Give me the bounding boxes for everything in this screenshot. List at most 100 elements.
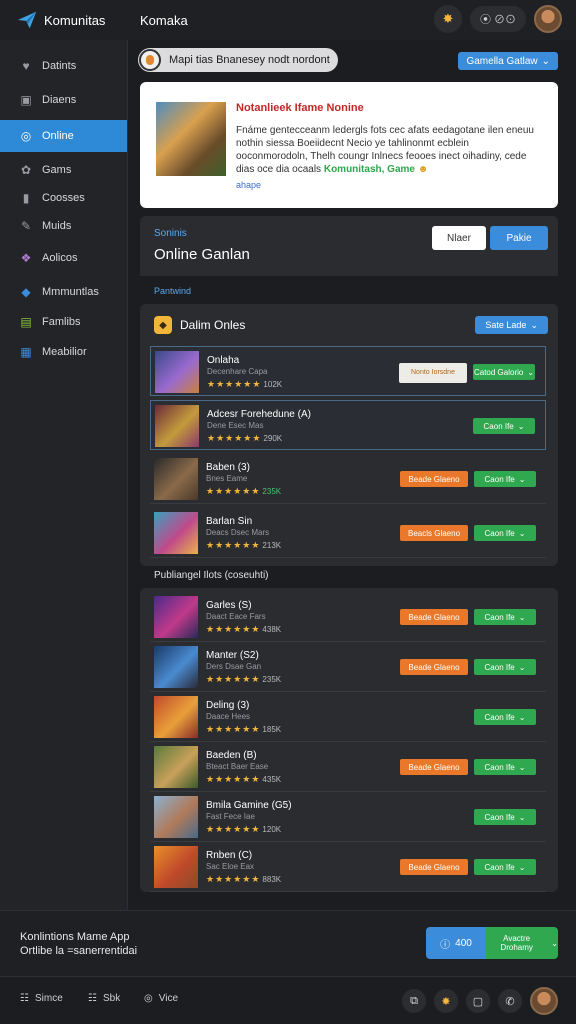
search-input[interactable]: Mapi tias Bnanesey nodt nordont	[138, 48, 338, 72]
rating-count: 185K	[262, 725, 282, 734]
chevron-down-icon: ⌄	[518, 862, 526, 872]
sidebar-item-meabilior[interactable]: ▦ Meabilior	[0, 336, 127, 368]
open-button[interactable]: Caon Ife ⌄	[474, 659, 536, 675]
sidebar-item-label: Datints	[42, 60, 77, 72]
list-item[interactable]: Baben (3) Bnes Eame ★★★★★★ 235K Beade Glaeno…	[150, 454, 546, 504]
dropdown-label: Gamella Gatlaw	[466, 55, 538, 67]
bottom-nav-simce[interactable]: ☷ Simce	[20, 993, 63, 1004]
sidebar-item-famlibs[interactable]: ▤ Famlibs	[0, 306, 127, 338]
join-button[interactable]: Beade Glaeno	[400, 759, 468, 775]
open-button[interactable]: Caon Ife ⌄	[474, 609, 536, 625]
open-button[interactable]: Caon Ife ⌄	[473, 418, 535, 434]
game-thumbnail	[155, 351, 199, 393]
open-button[interactable]: Catod Galorio ⌄	[473, 364, 535, 380]
list-item[interactable]: Rnben (C) Sac Eloe Eax ★★★★★★ 883K Beade Gla…	[150, 842, 546, 892]
footer-activate-button[interactable]: Avactre Drohamy ⌄	[486, 927, 558, 959]
open-button[interactable]: Caon Ife ⌄	[474, 471, 536, 487]
sidebar-item-datints[interactable]: ♥ Datints	[0, 50, 127, 82]
game-subtitle: Daact Eace Fars	[206, 612, 266, 621]
open-label: Caon Ife	[484, 812, 515, 822]
sidebar-item-aolicos[interactable]: ❖ Aolicos	[0, 242, 127, 274]
featured-image	[156, 102, 226, 176]
badge-button[interactable]: ✸	[434, 989, 458, 1013]
game-subtitle: Ders Dsae Gan	[206, 662, 262, 671]
bottom-nav-vice[interactable]: ◎ Vice	[144, 993, 178, 1004]
game-name: Baeden (B)	[206, 750, 257, 761]
open-label: Caon Ife	[484, 862, 515, 872]
secondary-button[interactable]: Nlaer	[432, 226, 486, 250]
sidebar-item-mmmuntlas[interactable]: ◆ Mmmuntlas	[0, 276, 127, 308]
list-item[interactable]: Bmila Gamine (G5) Fast Fece Iae ★★★★★★ 120K…	[150, 792, 546, 842]
sort-dropdown[interactable]: Sate Lade ⌄	[475, 316, 548, 334]
list-item[interactable]: Manter (S2) Ders Dsae Gan ★★★★★★ 235K Beade …	[150, 642, 546, 692]
chevron-down-icon: ⌄	[517, 421, 525, 431]
rating-count: 883K	[262, 875, 282, 884]
call-button[interactable]: ✆	[498, 989, 522, 1013]
open-button[interactable]: Caon Ife ⌄	[474, 525, 536, 541]
game-name: Barlan Sin	[206, 516, 253, 527]
open-button[interactable]: Caon Ife ⌄	[474, 809, 536, 825]
chat-button[interactable]: ▢	[466, 989, 490, 1013]
rating-count: 120K	[262, 825, 282, 834]
mode-toggle[interactable]: ⦿ ⊘⊙	[469, 6, 526, 32]
rating-count: 235K	[262, 487, 282, 496]
sidebar-item-online[interactable]: ◎ Online	[0, 120, 127, 152]
open-button[interactable]: Caon Ife ⌄	[474, 759, 536, 775]
screen-button[interactable]: ⧉	[402, 989, 426, 1013]
open-label: Caon Ife	[484, 474, 515, 484]
sidebar-item-diaens[interactable]: ▣ Diaens	[0, 84, 127, 116]
list-item[interactable]: Deling (3) Daace Hees ★★★★★★ 185K Caon Ife ⌄	[150, 692, 546, 742]
list-item[interactable]: Adcesr Forehedune (A) Dene Esec Mas ★★★★★★…	[150, 400, 546, 450]
featured-card[interactable]: Notanlieek Ifame Nonine Fnáme genteccean…	[140, 82, 558, 208]
footer-subtitle: Ortlibe la =sanerrentidai	[20, 945, 138, 957]
footer-actions: ⓘ 400 Avactre Drohamy ⌄	[426, 927, 558, 959]
sidebar-item-label: Muids	[42, 220, 72, 232]
stars-icon: ★★★★★★	[206, 874, 261, 884]
mode-toggle-label: ⦿ ⊘⊙	[479, 14, 516, 26]
heart-icon: ♥	[22, 59, 30, 73]
filter-link[interactable]: Pantwind	[154, 286, 191, 296]
featured-link[interactable]: ahape	[236, 180, 261, 190]
list-item[interactable]: Onlaha Decenhare Capa ★★★★★★ 102K Nonto Iors…	[150, 346, 546, 396]
bottom-nav-sbk[interactable]: ☷ Sbk	[88, 993, 120, 1004]
sidebar-item-label: Famlibs	[42, 316, 81, 328]
stars-icon: ★★★★★★	[206, 774, 261, 784]
join-button[interactable]: Beade Glaeno	[400, 859, 468, 875]
status-button[interactable]: Nonto Iorsdne	[399, 363, 467, 383]
game-filter-dropdown[interactable]: Gamella Gatlaw ⌄	[458, 52, 558, 70]
list-icon: ☷	[88, 993, 97, 1004]
open-button[interactable]: Caon Ife ⌄	[474, 709, 536, 725]
chevron-down-icon: ⌄	[527, 367, 535, 377]
sidebar-item-muids[interactable]: ✎ Muids	[0, 210, 127, 242]
join-button[interactable]: Beade Glaeno	[400, 609, 468, 625]
panel-header: ◆ Dalim Onles	[154, 316, 245, 334]
open-button[interactable]: Caon Ife ⌄	[474, 859, 536, 875]
user-avatar[interactable]	[530, 987, 558, 1015]
chevron-down-icon: ⌄	[541, 55, 550, 67]
gear-icon: ✿	[20, 163, 32, 177]
info-icon: ⓘ	[440, 939, 451, 951]
game-subtitle: Bnes Eame	[206, 474, 248, 483]
star-rating: ★★★★★★ 102K	[207, 379, 282, 390]
join-button[interactable]: Beade Glaeno	[400, 659, 468, 675]
badge-button[interactable]: ✸	[433, 5, 462, 33]
user-avatar[interactable]	[534, 5, 562, 33]
stars-icon: ★★★★★★	[206, 540, 261, 550]
rating-count: 102K	[263, 380, 283, 389]
join-button[interactable]: Beade Glaeno	[400, 471, 468, 487]
bottom-right-controls: ⧉ ✸ ▢ ✆	[402, 987, 558, 1015]
list-item[interactable]: Baeden (B) Bteact Baer Ease ★★★★★★ 435K Bead…	[150, 742, 546, 792]
footer-count-button[interactable]: ⓘ 400	[426, 927, 486, 959]
list-item[interactable]: Barlan Sin Deacs Dsec Mars ★★★★★★ 213K Beacl…	[150, 508, 546, 558]
primary-button[interactable]: Pakie	[490, 226, 548, 250]
footer: Konlintions Mame App Ortlibe la =sanerre…	[0, 910, 576, 976]
rating-count: 290K	[263, 434, 283, 443]
game-thumbnail	[154, 796, 198, 838]
section-kicker: Soninis	[154, 228, 187, 239]
list-item[interactable]: Garles (S) Daact Eace Fars ★★★★★★ 438K Beade…	[150, 592, 546, 642]
game-thumbnail	[154, 696, 198, 738]
stars-icon: ★★★★★★	[206, 824, 261, 834]
join-button[interactable]: Beacls Glaeno	[400, 525, 468, 541]
chevron-down-icon: ⌄	[518, 712, 526, 722]
chevron-down-icon: ⌄	[518, 474, 526, 484]
